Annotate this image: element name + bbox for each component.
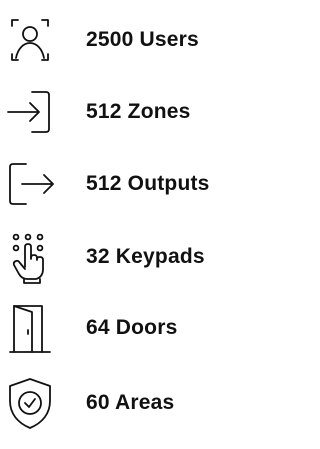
feature-item-zones: 512 Zones <box>0 84 246 144</box>
feature-item-doors: 64 Doors <box>0 300 246 360</box>
keypad-hand-icon <box>2 229 58 285</box>
feature-label: 32 Keypads <box>86 245 205 268</box>
feature-item-keypads: 32 Keypads <box>0 229 246 289</box>
sign-out-icon <box>2 156 58 212</box>
shield-check-icon <box>2 375 58 431</box>
feature-item-outputs: 512 Outputs <box>0 156 246 216</box>
feature-label: 512 Zones <box>86 100 191 123</box>
sign-in-icon <box>2 84 58 140</box>
feature-item-users: 2500 Users <box>0 12 246 72</box>
feature-item-areas: 60 Areas <box>0 375 246 435</box>
feature-list: 2500 Users 512 Zones 512 Outputs 32 Keyp… <box>0 0 246 449</box>
user-icon <box>2 12 58 68</box>
feature-label: 512 Outputs <box>86 172 210 195</box>
feature-label: 2500 Users <box>86 28 199 51</box>
door-icon <box>2 300 58 356</box>
feature-label: 64 Doors <box>86 316 178 339</box>
feature-label: 60 Areas <box>86 391 175 414</box>
